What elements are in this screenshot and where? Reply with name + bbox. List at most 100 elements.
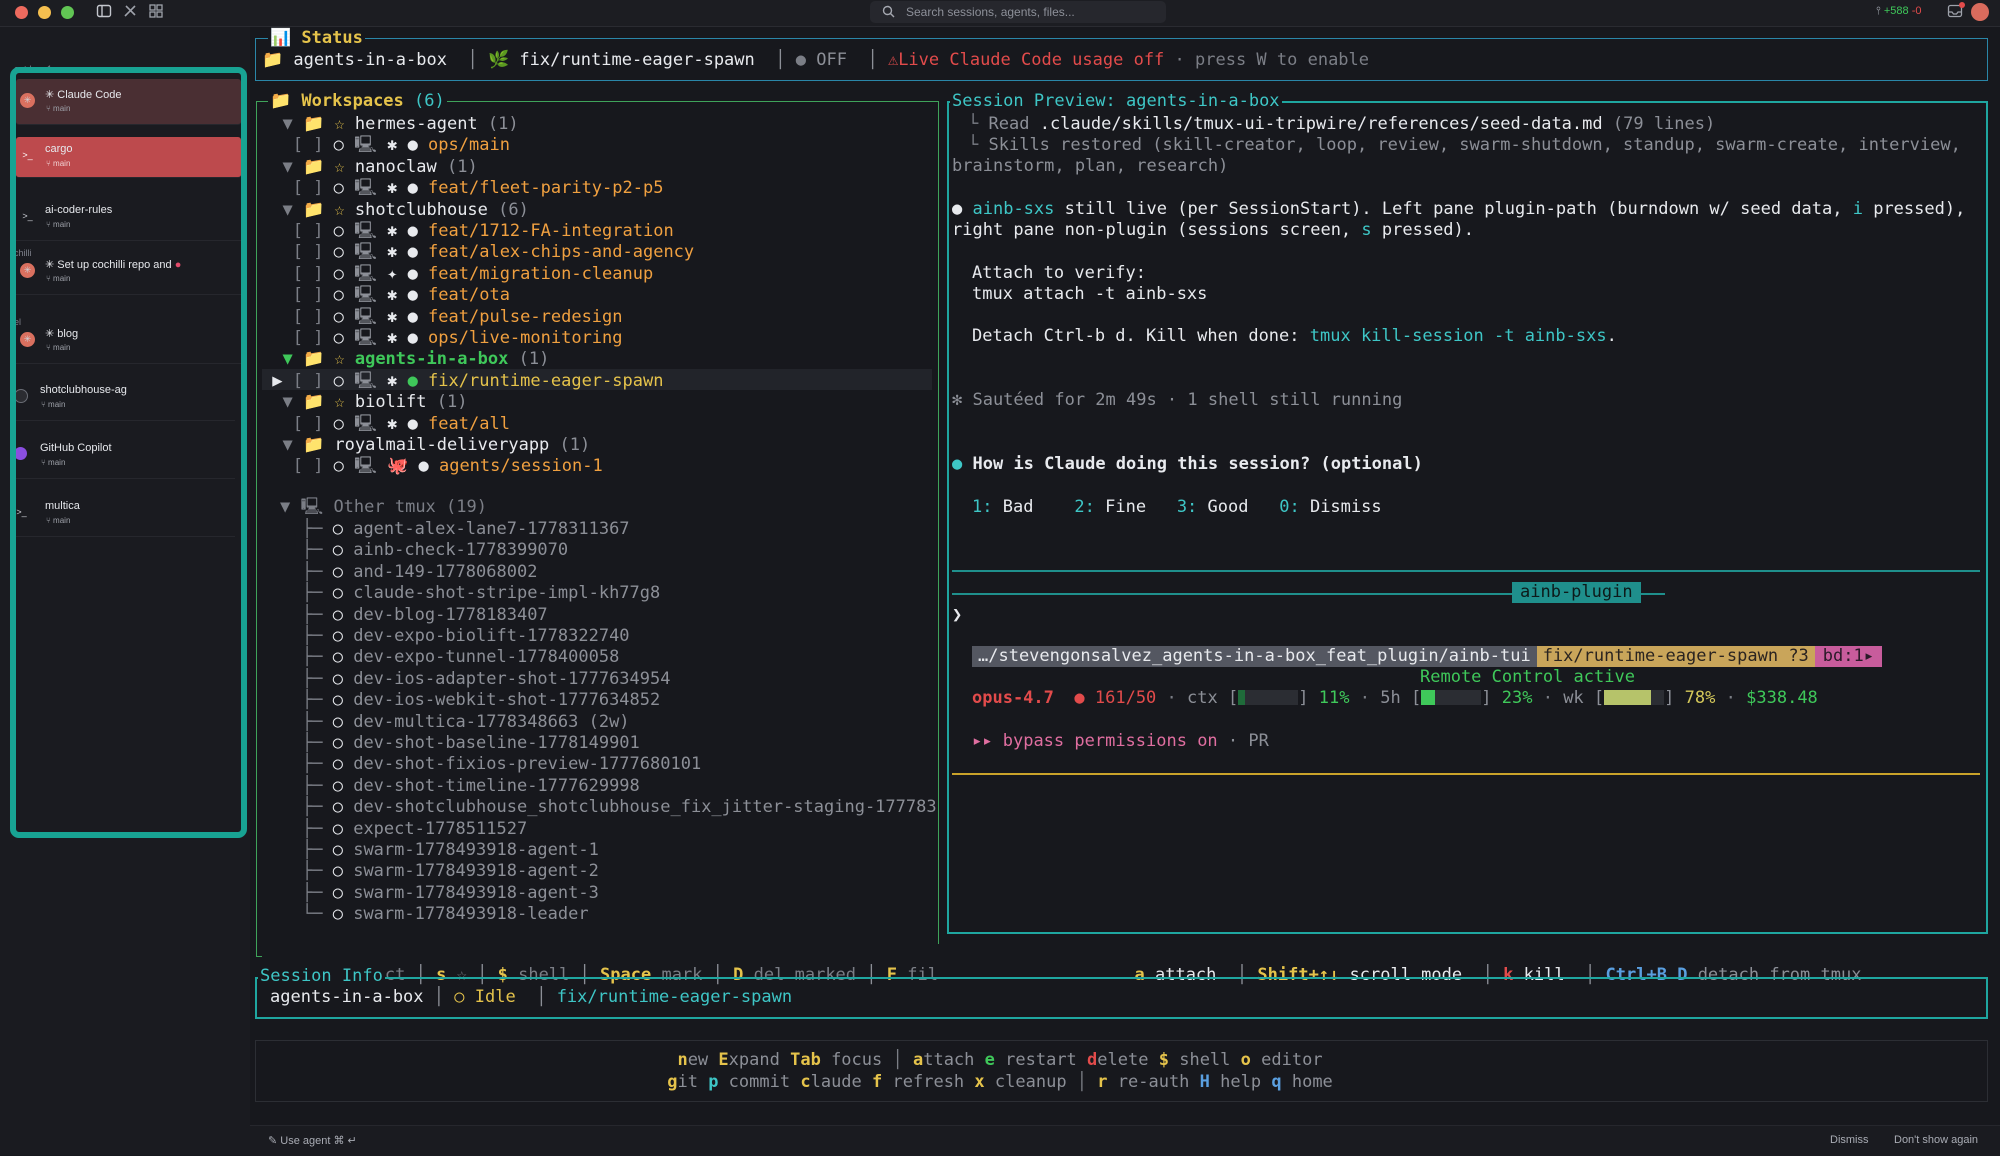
tmux-session-row[interactable]: ├─ ○ and-149-1778068002 xyxy=(302,562,974,583)
tmux-session-row[interactable]: ├─ ○ claude-shot-stripe-impl-kh77g8 xyxy=(302,583,974,604)
sidebar-item-claude-code[interactable]: ✳ ✳ Claude Code ⑂ main xyxy=(16,79,241,125)
workspace-row[interactable]: ▼ 📁 ☆ shotclubhouse (6) xyxy=(262,200,934,221)
workspace-row[interactable]: ▼ 📁 royalmail-deliveryapp (1) xyxy=(262,435,934,456)
sidebar-item-shotclubhouse-ag[interactable]: shotclubhouse-ag ⑂ main xyxy=(10,375,235,421)
status-dot: ● xyxy=(407,328,429,348)
tmux-session-row[interactable]: ├─ ○ ainb-check-1778399070 xyxy=(302,540,974,561)
status-dot: ● xyxy=(407,135,429,156)
minimize-window-button[interactable] xyxy=(38,6,51,19)
grid-icon[interactable] xyxy=(148,3,164,23)
tmux-session-row[interactable]: ├─ ○ dev-shotclubhouse_shotclubhouse_fix… xyxy=(302,797,974,818)
dont-show-again-button[interactable]: Don't show again xyxy=(1894,1134,1978,1146)
mark-checkbox: [ ] xyxy=(292,370,324,391)
tmux-session-row[interactable]: ├─ ○ dev-blog-1778183407 xyxy=(302,605,974,626)
help-key: g xyxy=(667,1072,678,1092)
zoom-window-button[interactable] xyxy=(61,6,74,19)
tmux-session-name: dev-ios-webkit-shot-1777634852 xyxy=(353,690,661,711)
model-name: opus-4.7 xyxy=(972,688,1054,708)
chart-icon: 📊 xyxy=(270,28,292,48)
help-label: ttach xyxy=(923,1050,975,1070)
inbox-icon[interactable] xyxy=(1947,2,1965,22)
session-row[interactable]: [ ] ○ 🖳 ✱ ● feat/all xyxy=(262,414,934,435)
mark-checkbox: [ ] xyxy=(292,135,324,156)
use-agent-button[interactable]: ✎ Use agent ⌘ ↵ xyxy=(268,1134,357,1147)
attach-title: Attach to verify: xyxy=(972,263,1146,283)
rating-bad[interactable]: 1: Bad xyxy=(972,497,1033,517)
session-row[interactable]: [ ] ○ 🖳 ✱ ● feat/ota xyxy=(262,285,934,306)
session-row[interactable]: ▶ [ ] ○ 🖳 ✱ ● fix/runtime-eager-spawn xyxy=(262,371,934,392)
session-row[interactable]: [ ] ○ 🖳 ✱ ● feat/pulse-redesign xyxy=(262,307,934,328)
tmux-session-row[interactable]: ├─ ○ dev-shot-timeline-1777629998 xyxy=(302,776,974,797)
tmux-session-row[interactable]: ├─ ○ dev-ios-adapter-shot-1777634954 xyxy=(302,669,974,690)
close-window-button[interactable] xyxy=(15,6,28,19)
status-circle-icon: ○ xyxy=(332,519,354,539)
branch-icon: ⑂ xyxy=(46,343,51,352)
help-label: help xyxy=(1209,1072,1262,1092)
sidebar-item-github-copilot[interactable]: GitHub Copilot ⑂ main xyxy=(10,433,235,479)
status-circle-icon: ○ xyxy=(332,604,354,625)
workspace-name: biolift xyxy=(354,392,427,413)
sidebar-toggle-icon[interactable] xyxy=(96,3,112,23)
other-tmux-header[interactable]: ▼ 🖳 Other tmux (19) xyxy=(280,497,487,518)
tools-icon[interactable] xyxy=(122,3,138,23)
session-row[interactable]: [ ] ○ 🖳 ✱ ● feat/fleet-parity-p2-p5 xyxy=(262,178,934,199)
session-row[interactable]: [ ] ○ 🖳 ✱ ● feat/alex-chips-and-agency xyxy=(262,242,934,263)
status-dot: ● xyxy=(407,306,429,327)
dismiss-button[interactable]: Dismiss xyxy=(1830,1134,1869,1146)
tmux-session-row[interactable]: ├─ ○ swarm-1778493918-agent-3 xyxy=(302,883,974,904)
status-dot: ● xyxy=(418,456,439,477)
search-input[interactable]: Search sessions, agents, files... xyxy=(870,1,1166,23)
workspace-row[interactable]: ▼ 📁 ☆ biolift (1) xyxy=(262,392,934,413)
sidebar-item-branch: main xyxy=(48,458,66,467)
tmux-session-row[interactable]: ├─ ○ dev-shot-baseline-1778149901 xyxy=(302,733,974,754)
mark-checkbox: [ ] xyxy=(292,178,324,199)
rating-good[interactable]: 3: Good xyxy=(1177,497,1249,517)
tmux-session-name: dev-ios-adapter-shot-1777634954 xyxy=(353,668,671,689)
sidebar-item-multica[interactable]: >_ multica ⑂ main xyxy=(10,491,235,537)
workspace-row[interactable]: ▼ 📁 ☆ nanoclaw (1) xyxy=(262,157,934,178)
rating-dismiss[interactable]: 0: Dismiss xyxy=(1279,497,1381,517)
plugin-tab[interactable]: ainb-plugin xyxy=(1512,582,1641,603)
session-row[interactable]: [ ] ○ 🖳 ✱ ● ops/live-monitoring xyxy=(262,328,934,349)
session-row[interactable]: [ ] ○ 🖳 ✱ ● ops/main xyxy=(262,135,934,156)
sidebar-item-cargo[interactable]: >_ cargo ⑂ main xyxy=(16,137,241,178)
status-circle-icon: ○ xyxy=(323,370,355,391)
status-dot: ● xyxy=(407,242,429,263)
tmux-session-row[interactable]: ├─ ○ dev-multica-1778348663 (2w) xyxy=(302,712,974,733)
mark-checkbox: [ ] xyxy=(292,413,324,434)
status-circle-icon: ○ xyxy=(332,733,354,753)
sidebar-item-blog[interactable]: ✳ ✳ blog ⑂ main xyxy=(16,318,241,364)
workspace-row[interactable]: ▼ 📁 ☆ agents-in-a-box (1) xyxy=(262,349,934,370)
expand-arrow-icon: ▼ xyxy=(262,392,303,413)
avatar[interactable] xyxy=(1971,3,1989,21)
sidebar-item-label: cargo xyxy=(45,143,73,155)
tmux-session-row[interactable]: ├─ ○ swarm-1778493918-agent-2 xyxy=(302,861,974,882)
message-line-1: ● ainb-sxs still live (per SessionStart)… xyxy=(952,199,1966,219)
folder-icon: 📁 xyxy=(302,349,335,370)
tmux-session-row[interactable]: ├─ ○ agent-alex-lane7-1778311367 xyxy=(302,519,974,540)
status-circle-icon: ○ xyxy=(323,413,355,434)
session-row[interactable]: [ ] ○ 🖳 ✱ ● feat/1712-FA-integration xyxy=(262,221,934,242)
status-toggle[interactable]: OFF xyxy=(816,50,847,70)
session-row[interactable]: [ ] ○ 🖳 🐙 ● agents/session-1 xyxy=(262,456,934,477)
session-row[interactable]: [ ] ○ 🖳 ✦ ● feat/migration-cleanup xyxy=(262,264,934,285)
tmux-session-row[interactable]: ├─ ○ dev-shot-fixios-preview-1777680101 xyxy=(302,754,974,775)
tmux-session-row[interactable]: └─ ○ swarm-1778493918-leader xyxy=(302,904,974,925)
sidebar-item-cochilli[interactable]: ✳ ✳ Set up cochilli repo and ● ⑂ main xyxy=(16,249,241,295)
tmux-session-row[interactable]: ├─ ○ dev-expo-biolift-1778322740 xyxy=(302,626,974,647)
tmux-session-row[interactable]: ├─ ○ expect-1778511527 xyxy=(302,819,974,840)
workspace-row[interactable]: ▼ 📁 ☆ hermes-agent (1) xyxy=(262,114,934,135)
tmux-session-row[interactable]: ├─ ○ dev-expo-tunnel-1778400058 xyxy=(302,647,974,668)
rating-fine[interactable]: 2: Fine xyxy=(1074,497,1146,517)
search-placeholder: Search sessions, agents, files... xyxy=(906,5,1075,19)
tmux-session-row[interactable]: ├─ ○ dev-ios-webkit-shot-1777634852 xyxy=(302,690,974,711)
sidebar-item-ai-coder-rules[interactable]: >_ ai-coder-rules ⑂ main xyxy=(16,195,241,241)
tmux-session-name: swarm-1778493918-agent-3 xyxy=(353,882,599,903)
claude-icon: ✳ xyxy=(20,332,35,347)
tmux-session-row[interactable]: ├─ ○ swarm-1778493918-agent-1 xyxy=(302,840,974,861)
help-label: focus xyxy=(820,1050,883,1070)
separator xyxy=(964,1072,974,1092)
help-key: o xyxy=(1240,1050,1251,1070)
diff-stat[interactable]: ⫯ +588 -0 xyxy=(1876,5,1921,18)
record-icon: ● xyxy=(1074,688,1085,708)
